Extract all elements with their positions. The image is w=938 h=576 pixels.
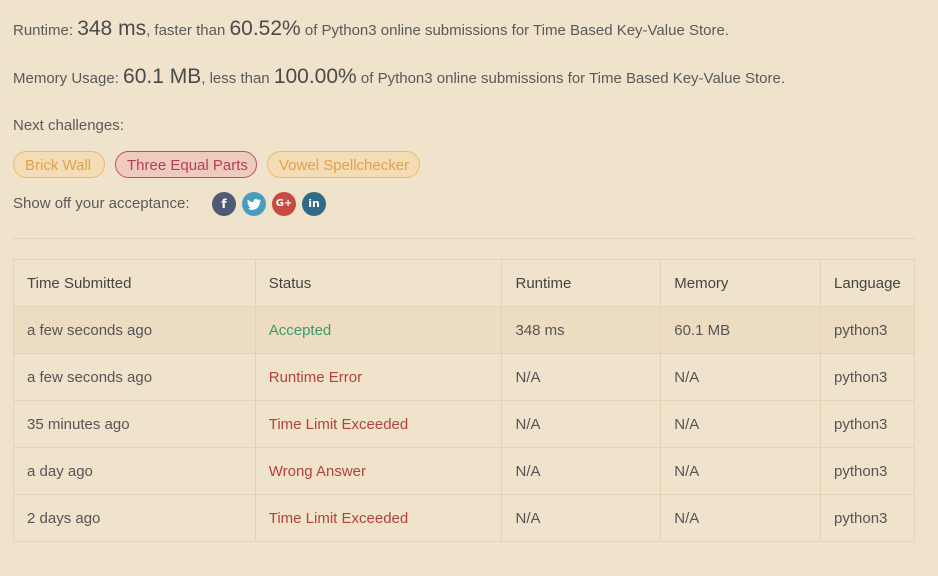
next-challenges-label: Next challenges: [13,117,124,134]
runtime-prefix: Runtime: [13,22,78,39]
status-link[interactable]: Time Limit Exceeded [269,510,409,527]
cell-time: a few seconds ago [13,306,256,354]
cell-status: Time Limit Exceeded [254,494,503,542]
memory-suffix: of Python3 online submissions for Time B… [356,70,785,87]
status-link[interactable]: Time Limit Exceeded [269,416,409,433]
submissions-table: Time Submitted Status Runtime Memory Lan… [13,259,915,542]
cell-runtime: 348 ms [501,306,662,354]
cell-memory: 60.1 MB [660,306,822,354]
cell-time: a day ago [13,447,256,495]
table-row: a day ago Wrong Answer N/A N/A python3 [13,447,915,495]
cell-language: python3 [820,353,915,401]
status-link[interactable]: Accepted [269,322,332,339]
facebook-icon[interactable]: f [212,192,236,216]
cell-language: python3 [820,447,915,495]
challenge-chip-brick-wall[interactable]: Brick Wall [13,151,105,178]
google-plus-icon[interactable]: G+ [272,192,296,216]
twitter-icon[interactable] [242,192,266,216]
memory-mid: , less than [201,70,274,87]
share-label: Show off your acceptance: [13,195,190,212]
cell-status: Time Limit Exceeded [254,400,503,448]
cell-memory: N/A [660,400,822,448]
cell-status: Wrong Answer [254,447,503,495]
cell-language: python3 [820,400,915,448]
header-time-submitted[interactable]: Time Submitted [13,259,256,307]
challenge-chip-vowel-spellchecker[interactable]: Vowel Spellchecker [267,151,420,178]
section-divider [13,238,915,239]
memory-summary: Memory Usage: 60.1 MB, less than 100.00%… [13,65,785,89]
cell-time: 2 days ago [13,494,256,542]
memory-value: 60.1 MB [123,65,202,88]
runtime-mid: , faster than [146,22,230,39]
header-memory[interactable]: Memory [660,259,822,307]
status-link[interactable]: Runtime Error [269,369,362,386]
cell-time: a few seconds ago [13,353,256,401]
runtime-suffix: of Python3 online submissions for Time B… [300,22,729,39]
cell-time: 35 minutes ago [13,400,256,448]
table-row: a few seconds ago Accepted 348 ms 60.1 M… [13,306,915,354]
header-status[interactable]: Status [254,259,503,307]
cell-status: Runtime Error [254,353,503,401]
runtime-value: 348 ms [77,17,147,40]
cell-memory: N/A [660,353,822,401]
memory-prefix: Memory Usage: [13,70,124,87]
cell-runtime: N/A [501,400,662,448]
status-link[interactable]: Wrong Answer [269,463,366,480]
header-language[interactable]: Language [820,259,915,307]
cell-memory: N/A [660,447,822,495]
cell-status: Accepted [254,306,503,354]
table-header-row: Time Submitted Status Runtime Memory Lan… [13,259,915,307]
challenge-chip-three-equal-parts[interactable]: Three Equal Parts [115,151,257,178]
cell-memory: N/A [660,494,822,542]
twitter-bird-glyph [247,199,262,210]
linkedin-icon[interactable]: in [302,192,326,216]
runtime-summary: Runtime: 348 ms, faster than 60.52% of P… [13,17,729,41]
cell-runtime: N/A [501,447,662,495]
runtime-percent: 60.52% [229,17,301,40]
cell-runtime: N/A [501,494,662,542]
table-row: 35 minutes ago Time Limit Exceeded N/A N… [13,400,915,448]
cell-language: python3 [820,306,915,354]
memory-percent: 100.00% [273,65,357,88]
header-runtime[interactable]: Runtime [501,259,662,307]
table-row: 2 days ago Time Limit Exceeded N/A N/A p… [13,494,915,542]
cell-runtime: N/A [501,353,662,401]
table-row: a few seconds ago Runtime Error N/A N/A … [13,353,915,401]
cell-language: python3 [820,494,915,542]
